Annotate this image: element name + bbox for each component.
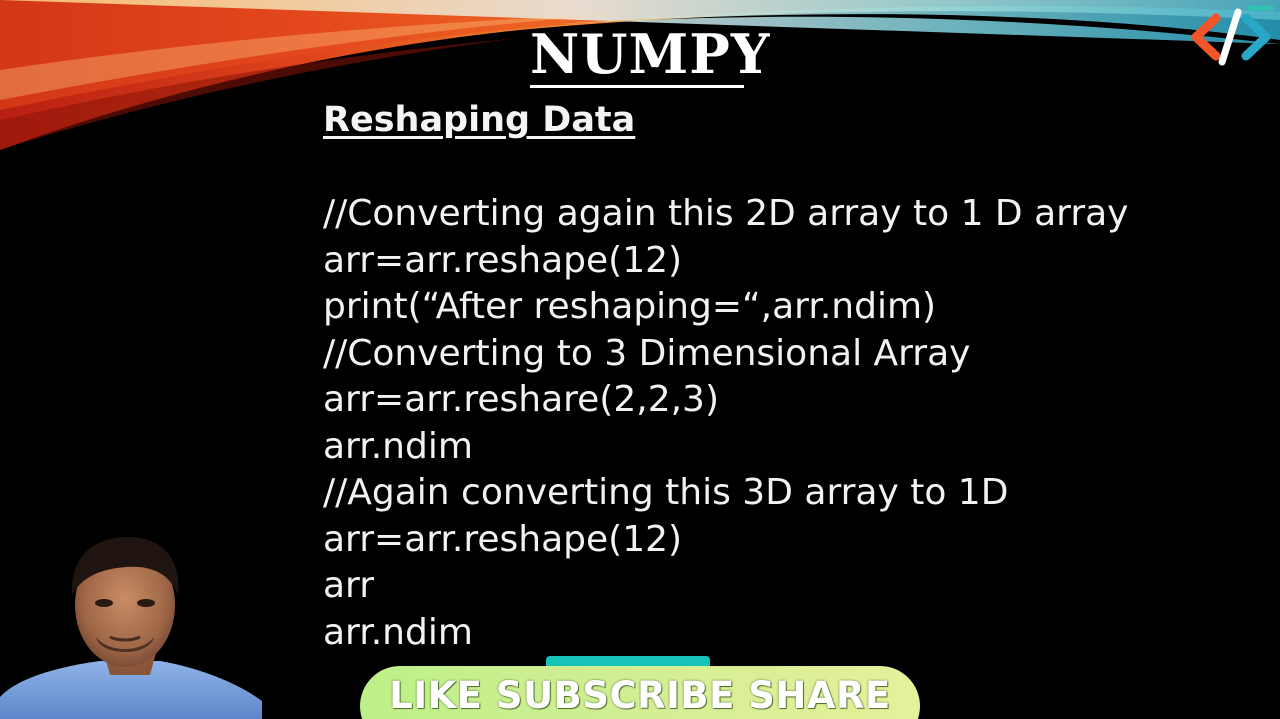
code-block: //Converting again this 2D array to 1 D … [323, 191, 1128, 656]
slide: NUMPY Reshaping Data //Converting again … [0, 0, 1280, 719]
code-line: //Converting to 3 Dimensional Array [323, 332, 971, 374]
presenter-webcam [0, 537, 262, 719]
code-line: print(“After reshaping=“,arr.ndim) [323, 286, 937, 327]
banner-label: LIKE SUBSCRIBE SHARE [389, 674, 891, 717]
slide-title: NUMPY [530, 22, 771, 86]
code-line: arr.ndim [323, 425, 473, 467]
code-line: //Again converting this 3D array to 1D [323, 472, 1009, 513]
code-line: arr.ndim [323, 611, 473, 653]
code-line: //Converting again this 2D array to 1 D … [323, 193, 1129, 234]
code-line: arr=arr.reshape(12) [323, 518, 683, 560]
like-subscribe-share-banner[interactable]: LIKE SUBSCRIBE SHARE [360, 656, 920, 719]
slide-subtitle: Reshaping Data [323, 100, 636, 140]
title-underline [530, 85, 744, 88]
code-line: arr=arr.reshape(12) [323, 239, 683, 281]
code-line: arr [323, 565, 375, 606]
code-line: arr=arr.reshare(2,2,3) [323, 379, 719, 420]
code-brackets-logo-icon [1191, 5, 1274, 66]
